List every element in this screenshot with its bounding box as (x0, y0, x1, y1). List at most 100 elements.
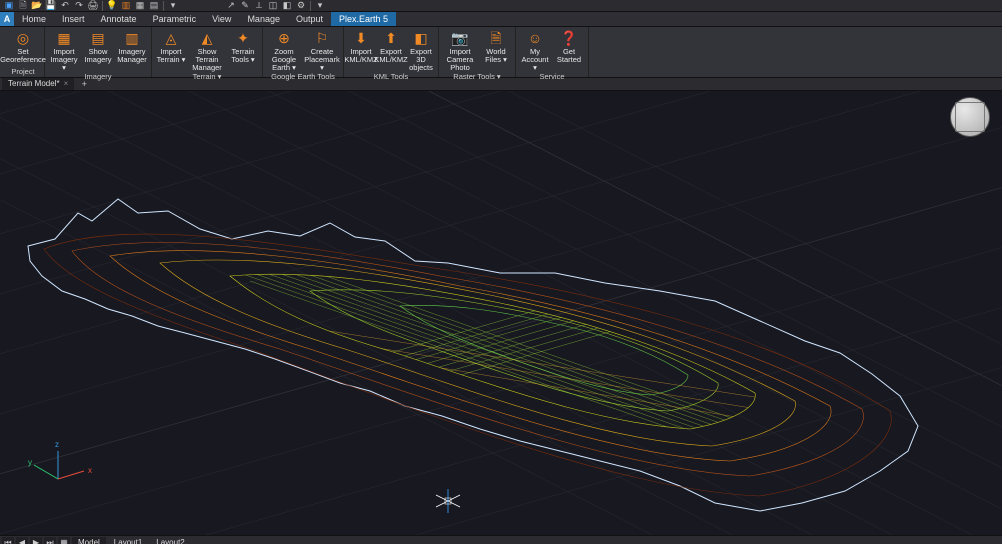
panel-terrain: ◬ Import Terrain ▾ ◭ Show Terrain Manage… (152, 27, 263, 77)
close-icon[interactable]: × (64, 78, 69, 90)
label: Zoom Google Earth ▾ (266, 48, 302, 72)
app-menu-icon[interactable]: ▣ (4, 1, 14, 11)
terrain-tools-button[interactable]: ✦ Terrain Tools ▾ (227, 28, 259, 72)
placemark-icon: ⚐ (313, 29, 331, 47)
layout-prev-icon[interactable]: ◀ (16, 537, 28, 544)
export-kml-icon: ⬆ (382, 29, 400, 47)
imagery-manager-button[interactable]: ▥ Imagery Manager (116, 28, 148, 72)
layout-last-icon[interactable]: ⏭ (44, 537, 56, 544)
show-imagery-icon: ▤ (89, 29, 107, 47)
create-placemark-button[interactable]: ⚐ Create Placemark ▾ (304, 28, 340, 72)
grid (0, 91, 1002, 535)
layer-icon[interactable]: ▥ (121, 1, 131, 11)
tab-output[interactable]: Output (288, 12, 331, 26)
document-tab-label: Terrain Model* (8, 78, 60, 90)
imagery-manager-icon: ▥ (123, 29, 141, 47)
drawing-canvas[interactable]: x y z (0, 91, 1002, 535)
box-icon[interactable]: ◫ (268, 1, 278, 11)
layout1-tab[interactable]: Layout1 (108, 537, 148, 544)
label: Show Terrain Manager (189, 48, 225, 72)
get-started-button[interactable]: ❓ Get Started (553, 28, 585, 72)
import-terrain-button[interactable]: ◬ Import Terrain ▾ (155, 28, 187, 72)
layout-first-icon[interactable]: ⏮ (2, 537, 14, 544)
import-camera-button[interactable]: 📷 Import Camera Photo (442, 28, 478, 72)
panel-project: ◎ Set Georeference Project (2, 27, 45, 77)
label: Import Terrain ▾ (155, 48, 187, 64)
new-icon[interactable]: 🗎 (18, 1, 28, 11)
layout-grid-icon[interactable]: ▦ (58, 537, 70, 544)
zoom-ge-button[interactable]: ⊕ Zoom Google Earth ▾ (266, 28, 302, 72)
save-icon[interactable]: 💾 (46, 1, 56, 11)
ribbon-tabs: A Home Insert Annotate Parametric View M… (0, 12, 1002, 27)
set-georeference-button[interactable]: ◎ Set Georeference (5, 28, 41, 67)
panel-service: ☺ My Account ▾ ❓ Get Started Service (516, 27, 589, 77)
document-tab-bar: Terrain Model* × + (0, 78, 1002, 91)
redo-icon[interactable]: ↷ (74, 1, 84, 11)
share-icon[interactable]: ↗ (226, 1, 236, 11)
tab-view[interactable]: View (204, 12, 239, 26)
show-imagery-button[interactable]: ▤ Show Imagery (82, 28, 114, 72)
tab-manage[interactable]: Manage (239, 12, 288, 26)
axis-x-label: x (88, 466, 92, 475)
new-document-button[interactable]: + (78, 79, 90, 89)
tab-insert[interactable]: Insert (54, 12, 93, 26)
undo-icon[interactable]: ↶ (60, 1, 70, 11)
gear-icon[interactable]: ⚙ (296, 1, 306, 11)
wand-icon[interactable]: ✎ (240, 1, 250, 11)
dropdown-icon[interactable]: ▾ (315, 1, 325, 11)
ribbon: ◎ Set Georeference Project ▦ Import Imag… (0, 27, 1002, 78)
panel-title: Project (11, 67, 34, 77)
my-account-button[interactable]: ☺ My Account ▾ (519, 28, 551, 72)
match-icon[interactable]: ▦ (135, 1, 145, 11)
axis-y-label: y (28, 458, 32, 467)
app-button[interactable]: A (0, 12, 14, 26)
export-kml-button[interactable]: ⬆ Export KML/KMZ (377, 28, 405, 72)
measure-icon[interactable]: ⟂ (254, 1, 264, 11)
label: Imagery Manager (116, 48, 148, 64)
separator (102, 1, 103, 11)
print-icon[interactable]: ▤ (149, 1, 159, 11)
georeference-icon: ◎ (14, 29, 32, 47)
quick-access-toolbar: ▣ 🗎 📂 💾 ↶ ↷ 🖨 💡 ▥ ▦ ▤ ▾ ↗ ✎ ⟂ ◫ ◧ ⚙ ▾ (0, 0, 1002, 12)
label: Create Placemark ▾ (304, 48, 340, 72)
export-3d-button[interactable]: ◧ Export 3D objects (407, 28, 435, 72)
world-files-button[interactable]: 🗎 World Files ▾ (480, 28, 512, 72)
camera-icon: 📷 (451, 29, 469, 47)
document-tab[interactable]: Terrain Model* × (2, 78, 74, 90)
tab-plex-earth[interactable]: Plex.Earth 5 (331, 12, 396, 26)
bulb-icon[interactable]: 💡 (107, 1, 117, 11)
panel-kml: ⬇ Import KML/KMZ ⬆ Export KML/KMZ ◧ Expo… (344, 27, 439, 77)
label: Set Georeference (0, 48, 46, 64)
dropdown-icon[interactable]: ▾ (168, 1, 178, 11)
open-icon[interactable]: 📂 (32, 1, 42, 11)
label: Get Started (553, 48, 585, 64)
label: Export KML/KMZ (374, 48, 407, 64)
help-icon: ❓ (560, 29, 578, 47)
separator (163, 1, 164, 11)
view-cube[interactable] (950, 97, 990, 137)
panel-ge-tools: ⊕ Zoom Google Earth ▾ ⚐ Create Placemark… (263, 27, 344, 77)
layout2-tab[interactable]: Layout2 (150, 537, 190, 544)
label: My Account ▾ (519, 48, 551, 72)
axis-z-label: z (55, 440, 59, 449)
label: Show Imagery (82, 48, 114, 64)
plot-icon[interactable]: 🖨 (88, 1, 98, 11)
account-icon: ☺ (526, 29, 544, 47)
panel-raster: 📷 Import Camera Photo 🗎 World Files ▾ Ra… (439, 27, 516, 77)
zoom-ge-icon: ⊕ (275, 29, 293, 47)
ucs-axes: x y z (28, 440, 92, 479)
terrain-manager-button[interactable]: ◭ Show Terrain Manager (189, 28, 225, 72)
label: Terrain Tools ▾ (227, 48, 259, 64)
terrain-mesh (130, 225, 850, 491)
label: Import Imagery ▾ (48, 48, 80, 72)
layout-next-icon[interactable]: ▶ (30, 537, 42, 544)
import-kml-button[interactable]: ⬇ Import KML/KMZ (347, 28, 375, 72)
cube-icon[interactable]: ◧ (282, 1, 292, 11)
terrain-tools-icon: ✦ (234, 29, 252, 47)
tab-home[interactable]: Home (14, 12, 54, 26)
panel-title: Terrain ▾ (193, 72, 222, 82)
tab-annotate[interactable]: Annotate (93, 12, 145, 26)
import-imagery-button[interactable]: ▦ Import Imagery ▾ (48, 28, 80, 72)
tab-parametric[interactable]: Parametric (145, 12, 205, 26)
model-tab[interactable]: Model (72, 537, 106, 544)
